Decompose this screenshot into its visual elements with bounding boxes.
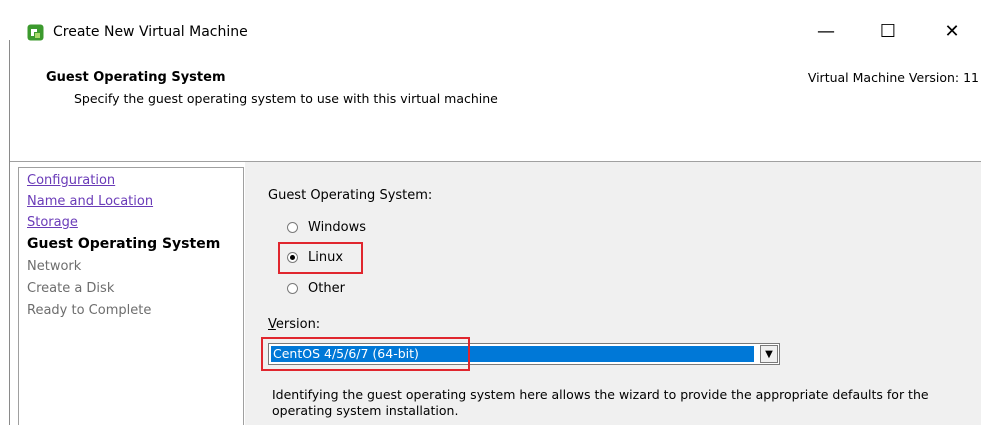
vsphere-app-icon	[27, 24, 44, 41]
radio-windows[interactable]: Windows	[287, 220, 366, 235]
minimize-button[interactable]: —	[803, 16, 849, 46]
step-name-location-link[interactable]: Name and Location	[27, 193, 153, 211]
guest-os-label: Guest Operating System:	[268, 188, 433, 203]
version-highlight-box	[261, 337, 470, 371]
radio-other-button[interactable]	[287, 283, 298, 294]
version-label-rest: ersion:	[275, 317, 321, 332]
info-text: Identifying the guest operating system h…	[272, 387, 929, 418]
step-configuration-link[interactable]: Configuration	[27, 172, 115, 190]
vm-version-label: Virtual Machine Version: 11	[807, 70, 979, 85]
step-guest-os-current: Guest Operating System	[27, 236, 221, 252]
radio-windows-button[interactable]	[287, 222, 298, 233]
header-title: Guest Operating System	[46, 70, 226, 85]
window-left-border	[9, 40, 10, 425]
dropdown-arrow-icon[interactable]: ▼	[760, 345, 778, 363]
wizard-header	[0, 52, 981, 160]
linux-highlight-box	[278, 242, 363, 274]
radio-other-label: Other	[308, 281, 345, 296]
header-subtitle: Specify the guest operating system to us…	[74, 91, 498, 106]
step-create-disk: Create a Disk	[27, 281, 115, 296]
version-accesskey: V	[268, 317, 276, 332]
radio-other[interactable]: Other	[287, 281, 345, 296]
version-label: Version:	[268, 317, 320, 332]
window-title: Create New Virtual Machine	[53, 24, 248, 40]
maximize-button[interactable]: ☐	[865, 16, 911, 46]
title-bar: Create New Virtual Machine — ☐ ✕	[0, 0, 981, 52]
radio-windows-label: Windows	[308, 220, 367, 235]
step-network: Network	[27, 259, 82, 274]
step-ready-complete: Ready to Complete	[27, 303, 152, 318]
step-storage-link[interactable]: Storage	[27, 214, 78, 232]
close-button[interactable]: ✕	[929, 16, 975, 46]
